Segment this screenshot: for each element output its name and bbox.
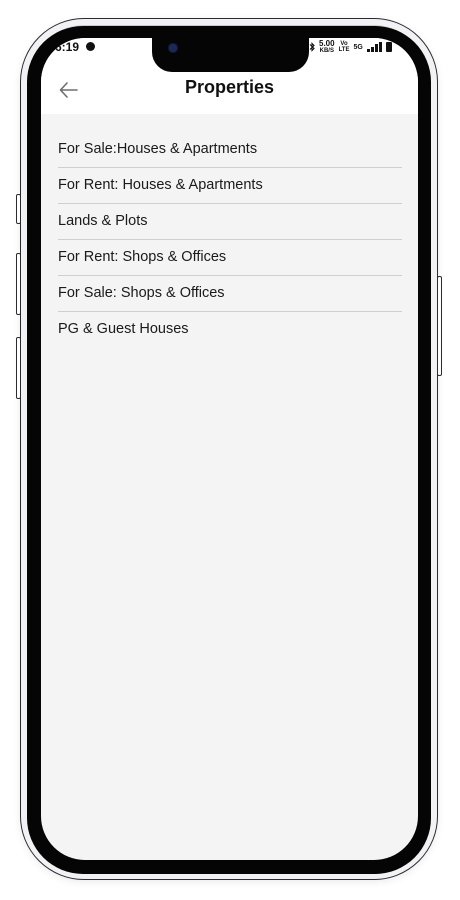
battery-icon bbox=[385, 42, 392, 52]
status-time: 6:19 bbox=[55, 40, 80, 54]
page-title: Properties bbox=[184, 77, 275, 97]
signal-icon bbox=[366, 42, 382, 52]
bluetooth-icon bbox=[309, 42, 315, 52]
notch bbox=[152, 38, 309, 72]
camera-icon bbox=[169, 44, 177, 52]
power-button bbox=[437, 276, 442, 376]
volume-down-button bbox=[16, 337, 21, 399]
lte-label: LTE bbox=[338, 47, 350, 53]
category-item-sale-houses[interactable]: For Sale:Houses & Apartments bbox=[58, 132, 402, 168]
category-item-lands-plots[interactable]: Lands & Plots bbox=[58, 204, 402, 240]
category-item-sale-shops[interactable]: For Sale: Shops & Offices bbox=[58, 276, 402, 312]
category-list: For Sale:Houses & Apartments For Rent: H… bbox=[58, 132, 402, 348]
category-item-rent-shops[interactable]: For Rent: Shops & Offices bbox=[58, 240, 402, 276]
silent-switch bbox=[16, 194, 21, 224]
status-icons: 5.00 KB/S Vo LTE 5G bbox=[309, 39, 392, 55]
category-item-rent-houses[interactable]: For Rent: Houses & Apartments bbox=[58, 168, 402, 204]
app-header: 6:19 5.00 KB/S Vo LTE 5G Properties bbox=[41, 38, 418, 114]
net-speed-unit: KB/S bbox=[319, 48, 334, 54]
volume-up-button bbox=[16, 253, 21, 315]
net-speed-value: 5.00 bbox=[319, 39, 335, 48]
network-type: 5G bbox=[353, 43, 363, 51]
app-screen: 6:19 5.00 KB/S Vo LTE 5G Properties For … bbox=[41, 38, 418, 860]
call-icon bbox=[86, 42, 95, 51]
net-speed-indicator: 5.00 KB/S bbox=[319, 39, 335, 55]
category-item-pg-guest-houses[interactable]: PG & Guest Houses bbox=[58, 312, 402, 348]
volte-indicator: Vo LTE bbox=[339, 41, 350, 53]
